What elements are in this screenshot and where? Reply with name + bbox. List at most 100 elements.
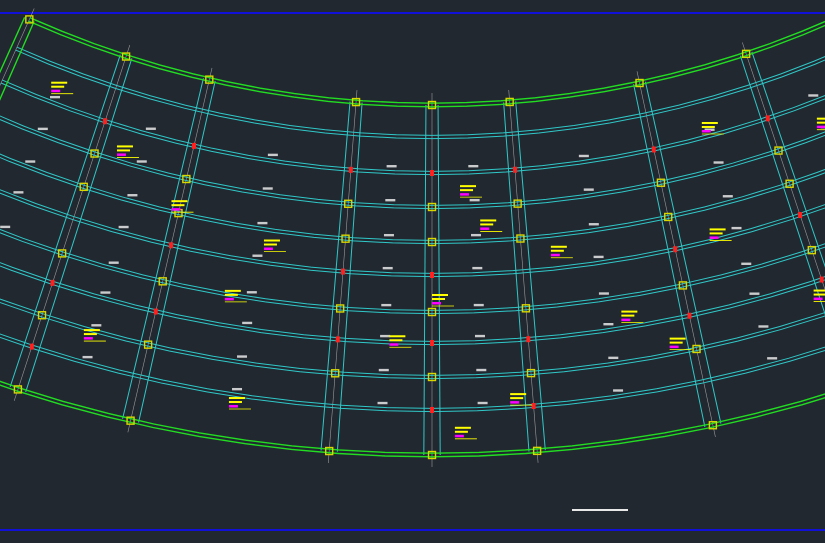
dimension-mark	[242, 321, 253, 325]
annotation-line	[701, 121, 718, 124]
dimension-mark	[25, 160, 36, 163]
annotation-line	[116, 145, 133, 148]
dimension-mark	[232, 387, 243, 391]
rebar-marker	[103, 118, 108, 125]
dimension-mark	[0, 225, 11, 229]
annotation-highlight	[171, 208, 181, 211]
dimension-mark	[713, 161, 724, 164]
annotation-line	[510, 397, 524, 400]
beam-annotation	[480, 219, 503, 232]
beam-annotation	[510, 393, 533, 406]
dimension-mark	[472, 266, 483, 270]
dimension-mark	[49, 95, 60, 99]
annotation-highlight	[816, 125, 825, 129]
annotation-line	[171, 204, 185, 207]
floor-plan-drawing[interactable]	[0, 0, 825, 543]
beam-annotation	[51, 81, 74, 95]
annotation-highlight	[709, 236, 719, 239]
outer-edge-beam	[0, 17, 26, 74]
beam-annotation	[550, 245, 573, 259]
rebar-marker	[430, 340, 434, 346]
dimension-mark	[100, 291, 111, 294]
annotation-line	[83, 329, 100, 332]
arc-beam	[0, 265, 825, 346]
annotation-highlight	[432, 302, 441, 305]
annotation-line	[263, 243, 277, 246]
dimension-mark	[262, 187, 273, 190]
dimension-mark	[386, 165, 397, 168]
dimension-mark	[136, 160, 147, 163]
dimension-mark	[246, 291, 257, 294]
annotation-highlight	[701, 129, 711, 133]
radial-beam	[320, 101, 351, 451]
dimension-mark	[145, 127, 156, 130]
beam-annotation	[813, 289, 825, 302]
annotation-line	[813, 293, 825, 296]
dimension-mark	[252, 254, 263, 257]
annotation-highlight	[510, 401, 520, 404]
beam-annotation	[224, 289, 247, 303]
outer-arc-bottom	[0, 384, 825, 458]
annotation-line	[480, 223, 494, 226]
annotation-line	[228, 397, 245, 400]
rebar-marker	[430, 407, 434, 413]
annotation-line	[621, 310, 638, 313]
beam-annotation	[816, 117, 825, 131]
dimension-mark	[767, 357, 778, 360]
radial-beam	[138, 80, 216, 423]
dimension-mark	[380, 334, 391, 338]
rebar-marker	[798, 212, 803, 219]
beam-layer	[0, 46, 825, 455]
rebar-marker	[341, 268, 346, 275]
annotation-line	[116, 149, 130, 152]
dimension-mark	[469, 198, 480, 202]
annotation-line	[389, 339, 403, 342]
dimension-mark	[749, 292, 760, 295]
rebar-marker	[430, 170, 434, 176]
dimension-mark	[471, 233, 482, 237]
annotation-line	[432, 294, 448, 296]
dimension-mark	[127, 194, 138, 197]
annotation-line	[432, 298, 445, 300]
beam-annotation	[460, 185, 483, 198]
rebar-marker-layer	[29, 115, 824, 413]
annotation-line	[669, 341, 683, 344]
dimension-mark	[808, 94, 819, 97]
annotation-highlight	[83, 337, 93, 340]
beam-annotation	[701, 121, 724, 135]
annotation-line	[510, 393, 527, 396]
dimension-mark	[583, 188, 594, 191]
arc-beam	[0, 232, 825, 315]
annotation-line	[813, 289, 825, 292]
dimension-mark	[477, 401, 488, 405]
dimension-mark	[237, 355, 248, 358]
dimension-mark	[722, 195, 733, 198]
annotation-line	[460, 185, 477, 188]
outer-arc-bottom	[0, 380, 825, 454]
rebar-marker	[526, 336, 531, 343]
cad-viewport[interactable]	[0, 0, 825, 543]
annotation-highlight	[228, 405, 238, 408]
annotation-line	[550, 249, 564, 252]
beam-annotation	[454, 426, 477, 440]
dimension-mark	[13, 191, 24, 194]
rebar-marker	[169, 242, 174, 249]
arc-beam	[0, 228, 825, 311]
dimension-mark	[476, 368, 487, 372]
radial-beam	[633, 84, 706, 428]
arc-beam	[0, 336, 825, 413]
dimension-mark	[383, 233, 394, 237]
annotation-line	[389, 335, 406, 338]
rebar-marker	[819, 276, 824, 283]
annotation-highlight	[224, 297, 234, 301]
annotation-line	[621, 314, 635, 317]
dimension-mark	[382, 266, 393, 270]
rebar-marker	[430, 272, 434, 278]
beam-annotation	[432, 294, 454, 307]
arc-beam	[0, 301, 825, 380]
rebar-marker	[765, 115, 770, 122]
rebar-marker	[335, 336, 340, 343]
dimension-mark	[741, 262, 752, 265]
radial-beam	[437, 104, 441, 455]
dimension-mark	[758, 325, 769, 328]
